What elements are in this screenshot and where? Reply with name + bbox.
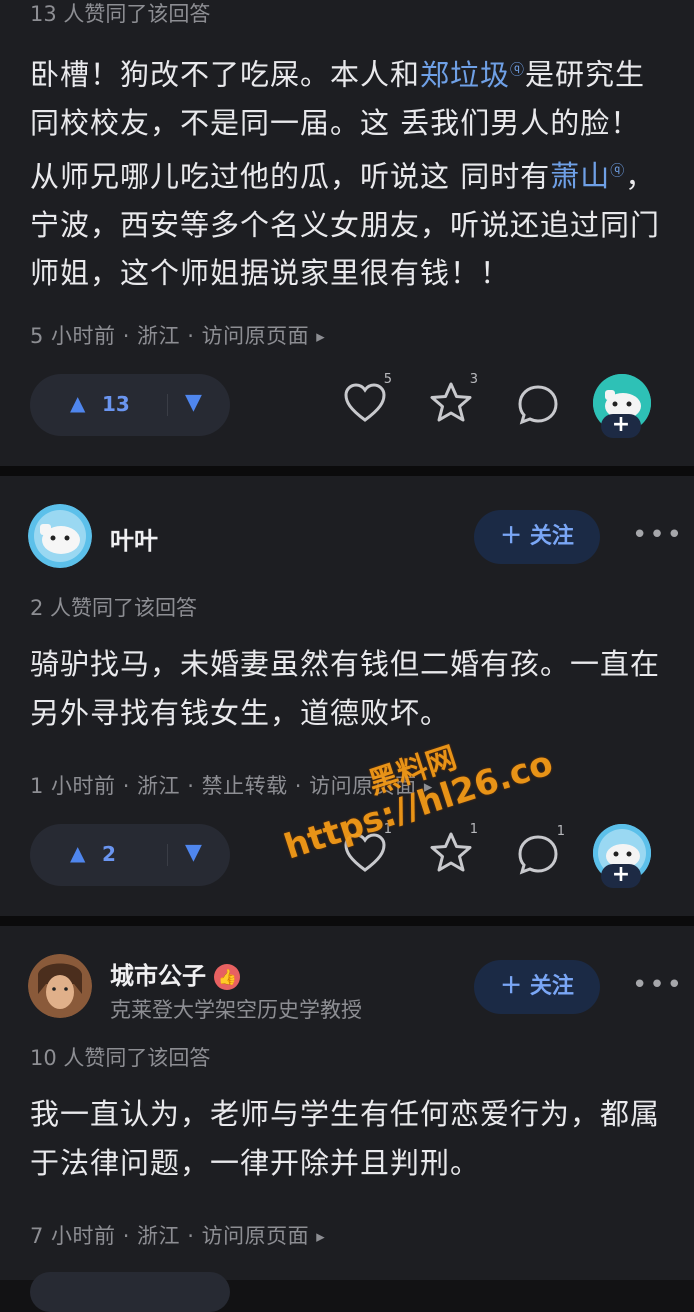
card-separator	[0, 916, 694, 926]
like-button[interactable]: 5	[342, 372, 392, 430]
downvote-icon[interactable]: ▼	[185, 840, 202, 865]
comment-icon	[518, 835, 558, 875]
body-text-part: 卧槽！狗改不了吃屎。本人和	[30, 57, 421, 92]
more-options-icon[interactable]: •••	[632, 520, 684, 550]
heart-icon	[344, 383, 386, 422]
answer-body: 我一直认为，老师与学生有任何恋爱行为，都属于法律问题，一律开除并且判刑。	[30, 1097, 661, 1180]
search-link-1[interactable]: 郑垃圾ⓠ	[420, 58, 525, 92]
comment-button[interactable]: 1	[515, 824, 565, 882]
follow-plus-icon[interactable]: +	[601, 864, 641, 888]
user-subtitle: 克莱登大学架空历史学教授	[110, 998, 362, 1022]
certified-badge-icon: 👍	[214, 964, 241, 990]
answer-body: 骑驴找马，未婚妻虽然有钱但二婚有孩。一直在另外寻找有钱女生，道德败坏。	[30, 647, 661, 730]
star-icon	[430, 382, 472, 422]
vote-control: ▲ 2 ▼	[30, 824, 230, 886]
collect-button[interactable]: 1	[428, 822, 478, 880]
like-count: 5	[383, 372, 392, 387]
card-separator	[0, 466, 694, 476]
follow-button[interactable]: ＋ 关注	[474, 510, 600, 564]
follow-plus-icon[interactable]: +	[601, 414, 641, 438]
avatar-icon	[28, 954, 92, 1018]
search-icon: ⓠ	[610, 163, 626, 180]
vote-control: ▲ 13 ▼	[30, 374, 230, 436]
play-arrow-icon: ▶	[316, 1230, 326, 1244]
answer-card-1: 13 人赞同了该回答 卧槽！狗改不了吃屎。本人和郑垃圾ⓠ是研究生同校校友，不是同…	[0, 0, 694, 466]
vote-control	[30, 1272, 230, 1312]
search-icon: ⓠ	[510, 62, 526, 78]
upvote-icon[interactable]: ▲	[70, 841, 85, 865]
answer-card-2: 叶叶 ＋ 关注 ••• 2 人赞同了该回答 骑驴找马，未婚妻虽然有钱但二婚有孩。…	[0, 476, 694, 916]
search-link-2[interactable]: 萧山ⓠ	[550, 159, 625, 193]
likes-count-text: 13 人赞同了该回答	[30, 2, 211, 26]
play-arrow-icon: ▶	[316, 330, 326, 344]
avatar[interactable]	[28, 504, 92, 568]
vote-divider	[167, 394, 168, 416]
avatar-icon	[28, 504, 92, 568]
more-options-icon[interactable]: •••	[632, 970, 684, 1000]
star-count: 1	[469, 822, 478, 837]
author-avatar-follow[interactable]: +	[593, 824, 651, 888]
username[interactable]: 城市公子 👍	[110, 956, 241, 991]
answer-card-3: 城市公子 👍 克莱登大学架空历史学教授 ＋ 关注 ••• 10 人赞同了该回答 …	[0, 926, 694, 1312]
answer-meta[interactable]: 7 小时前 · 浙江 · 访问原页面 ▶	[30, 1220, 325, 1250]
avatar[interactable]	[28, 954, 92, 1018]
vote-divider	[167, 844, 168, 866]
username[interactable]: 叶叶	[110, 521, 158, 556]
answer-meta[interactable]: 5 小时前 · 浙江 · 访问原页面 ▶	[30, 320, 325, 350]
star-icon	[430, 832, 472, 872]
downvote-icon[interactable]: ▼	[185, 390, 202, 415]
follow-button[interactable]: ＋ 关注	[474, 960, 600, 1014]
collect-button[interactable]: 3	[428, 372, 478, 430]
answer-body: 卧槽！狗改不了吃屎。本人和郑垃圾ⓠ是研究生同校校友，不是同一届。这 丢我们男人的…	[30, 46, 670, 298]
upvote-icon[interactable]: ▲	[70, 391, 85, 415]
author-avatar-follow[interactable]: +	[593, 374, 651, 438]
comment-count: 1	[556, 824, 565, 839]
star-count: 3	[469, 372, 478, 387]
comment-icon	[518, 385, 558, 425]
upvote-count: 2	[102, 842, 116, 866]
upvote-count: 13	[102, 392, 130, 416]
comment-button[interactable]	[515, 382, 565, 432]
likes-count-text: 10 人赞同了该回答	[30, 1046, 211, 1070]
likes-count-text: 2 人赞同了该回答	[30, 596, 198, 620]
